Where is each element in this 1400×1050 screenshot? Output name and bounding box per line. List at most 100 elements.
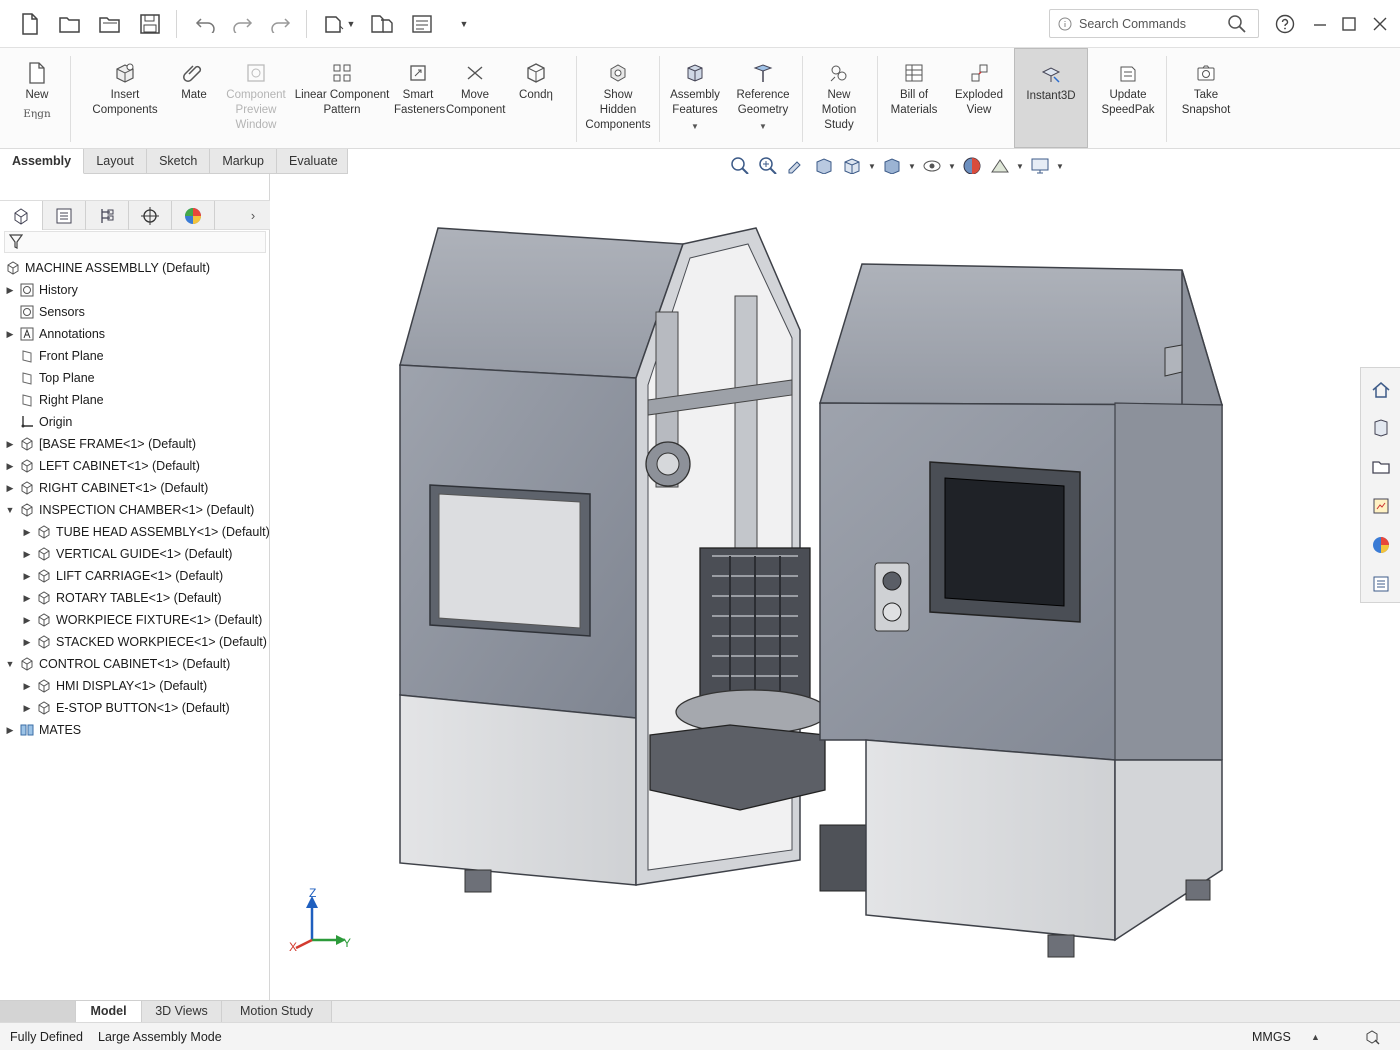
expand-arrow-icon[interactable]: ▶ — [21, 571, 33, 582]
feature-manager-tab[interactable] — [0, 201, 43, 230]
tree-item-control-cabinet[interactable]: ▼ CONTROL CABINET<1> (Default) — [4, 653, 231, 675]
reference-geometry-button[interactable]: Reference Geometry ▼ — [732, 48, 794, 148]
chevron-up-icon[interactable]: ▲ — [1311, 1032, 1320, 1042]
insert-components-button[interactable]: Insert Components — [86, 48, 164, 148]
instant3d-button[interactable]: Instant3D — [1014, 48, 1088, 148]
tree-item-left-cabinet[interactable]: ▶ LEFT CABINET<1> (Default) — [4, 455, 200, 477]
expand-arrow-icon[interactable]: ▶ — [21, 527, 33, 538]
close-icon[interactable] — [1368, 12, 1392, 36]
help-icon[interactable] — [1273, 12, 1297, 36]
expand-arrow-icon[interactable]: ▶ — [4, 329, 16, 340]
dimxpert-manager-tab[interactable] — [129, 201, 172, 230]
chevron-right-icon[interactable]: › — [236, 201, 270, 230]
customize-icon[interactable] — [1363, 1028, 1381, 1049]
expand-arrow-icon[interactable]: ▶ — [4, 439, 16, 450]
customize-caret-icon[interactable]: ▼ — [452, 12, 476, 36]
exploded-view-button[interactable]: Exploded View — [950, 48, 1008, 148]
tree-root[interactable]: MACHINE ASSEMBLLY (Default) — [4, 257, 210, 279]
tree-item-mates[interactable]: ▶ MATES — [4, 719, 82, 741]
file-explorer-icon[interactable] — [1369, 455, 1393, 479]
tree-item-tube-head-assembly[interactable]: ▶ TUBE HEAD ASSEMBLY<1> (Default) — [21, 521, 270, 543]
maximize-icon[interactable] — [1337, 12, 1361, 36]
move-component-button[interactable]: Move Component — [446, 48, 505, 148]
configuration-manager-tab[interactable] — [86, 201, 129, 230]
property-manager-tab[interactable] — [43, 201, 86, 230]
home-icon[interactable] — [1369, 378, 1393, 402]
tree-item-inspection-chamber[interactable]: ▼ INSPECTION CHAMBER<1> (Default) — [4, 499, 255, 521]
tree-item-right-cabinet[interactable]: ▶ RIGHT CABINET<1> (Default) — [4, 477, 209, 499]
tree-item-vertical-guide[interactable]: ▶ VERTICAL GUIDE<1> (Default) — [21, 543, 233, 565]
select-icon[interactable] — [322, 12, 346, 36]
expand-arrow-icon[interactable]: ▶ — [4, 725, 16, 736]
expand-arrow-icon[interactable]: ▶ — [4, 483, 16, 494]
chevron-down-icon[interactable]: ▼ — [1016, 162, 1024, 171]
custom-properties-icon[interactable] — [1369, 572, 1393, 596]
mate-button[interactable]: Mate — [174, 48, 214, 148]
right-cabinet[interactable] — [818, 263, 1224, 958]
search-icon[interactable] — [1228, 15, 1246, 36]
expand-arrow-icon[interactable]: ▶ — [21, 615, 33, 626]
expand-arrow-icon[interactable]: ▶ — [4, 285, 16, 296]
tree-item-e-stop-button[interactable]: ▶ E-STOP BUTTON<1> (Default) — [21, 697, 230, 719]
rebuild-icon[interactable] — [268, 12, 292, 36]
tree-item-rotary-table[interactable]: ▶ ROTARY TABLE<1> (Default) — [21, 587, 222, 609]
tab-sketch[interactable]: Sketch — [147, 149, 211, 174]
units-selector[interactable]: MMGS — [1252, 1030, 1291, 1044]
tree-filter-field[interactable] — [4, 231, 266, 253]
take-snapshot-button[interactable]: Take Snapshot — [1176, 48, 1236, 148]
tab-3d-views[interactable]: 3D Views — [142, 1001, 222, 1023]
new-motion-study-button[interactable]: New Motion Study — [812, 48, 866, 148]
tab-layout[interactable]: Layout — [84, 149, 148, 174]
show-hidden-components-button[interactable]: Show Hidden Components — [584, 48, 652, 148]
expand-arrow-icon[interactable]: ▶ — [21, 681, 33, 692]
assembly-features-button[interactable]: Assembly Features ▼ — [666, 48, 724, 148]
tab-assembly[interactable]: Assembly — [0, 149, 85, 174]
condn-button[interactable]: Condη — [512, 48, 560, 148]
linear-component-pattern-button[interactable]: Linear Component Pattern — [294, 48, 390, 148]
redo-icon[interactable] — [230, 12, 254, 36]
new-button[interactable]: New Eηgn — [14, 48, 60, 148]
tree-item-front-plane[interactable]: Front Plane — [16, 345, 104, 367]
options-icon[interactable] — [410, 12, 434, 36]
chevron-down-icon[interactable]: ▼ — [908, 162, 916, 171]
chevron-down-icon[interactable]: ▼ — [344, 12, 358, 36]
new-file-icon[interactable] — [18, 12, 42, 36]
file-properties-icon[interactable] — [370, 12, 394, 36]
expand-arrow-icon[interactable]: ▶ — [21, 549, 33, 560]
chevron-down-icon[interactable]: ▼ — [868, 162, 876, 171]
tree-item-workpiece-fixture[interactable]: ▶ WORKPIECE FIXTURE<1> (Default) — [21, 609, 263, 631]
tree-item-stacked-workpiece[interactable]: ▶ STACKED WORKPIECE<1> (Default) — [21, 631, 267, 653]
open-folder-icon[interactable] — [58, 12, 82, 36]
tree-item-right-plane[interactable]: Right Plane — [16, 389, 104, 411]
tab-model[interactable]: Model — [76, 1001, 142, 1023]
design-library-icon[interactable] — [1369, 416, 1393, 440]
tree-item-lift-carriage[interactable]: ▶ LIFT CARRIAGE<1> (Default) — [21, 565, 224, 587]
component-preview-window-button[interactable]: Component Preview Window — [222, 48, 290, 148]
view-palette-icon[interactable] — [1369, 494, 1393, 518]
search-commands-box[interactable]: Search Commands — [1049, 9, 1259, 38]
chevron-down-icon[interactable]: ▼ — [666, 119, 724, 134]
expand-arrow-icon[interactable]: ▶ — [21, 637, 33, 648]
tree-item-hmi-display[interactable]: ▶ HMI DISPLAY<1> (Default) — [21, 675, 208, 697]
tree-item-sensors[interactable]: Sensors — [16, 301, 85, 323]
tab-motion-study-1[interactable]: Motion Study 1 — [222, 1001, 332, 1039]
chevron-down-icon[interactable]: ▼ — [1056, 162, 1064, 171]
undo-icon[interactable] — [194, 12, 218, 36]
tree-item-annotations[interactable]: ▶ Annotations — [4, 323, 106, 345]
chevron-down-icon[interactable]: ▼ — [732, 119, 794, 134]
tree-item-history[interactable]: ▶ History — [4, 279, 78, 301]
tree-item-top-plane[interactable]: Top Plane — [16, 367, 95, 389]
bill-of-materials-button[interactable]: Bill of Materials — [886, 48, 942, 148]
save-icon[interactable] — [138, 12, 162, 36]
tab-scroll-area[interactable] — [0, 1001, 76, 1023]
expand-arrow-icon[interactable]: ▶ — [21, 703, 33, 714]
graphics-area[interactable]: Z Y X — [271, 174, 1400, 1000]
open-recent-icon[interactable] — [98, 12, 122, 36]
expand-arrow-icon[interactable]: ▶ — [4, 461, 16, 472]
minimize-icon[interactable] — [1308, 12, 1332, 36]
smart-fasteners-button[interactable]: Smart Fasteners — [394, 48, 445, 148]
tree-item-base-frame[interactable]: ▶ [BASE FRAME<1> (Default) — [4, 433, 196, 455]
tab-markup[interactable]: Markup — [210, 149, 277, 174]
collapse-arrow-icon[interactable]: ▼ — [4, 505, 16, 515]
appearances-icon[interactable] — [1369, 533, 1393, 557]
